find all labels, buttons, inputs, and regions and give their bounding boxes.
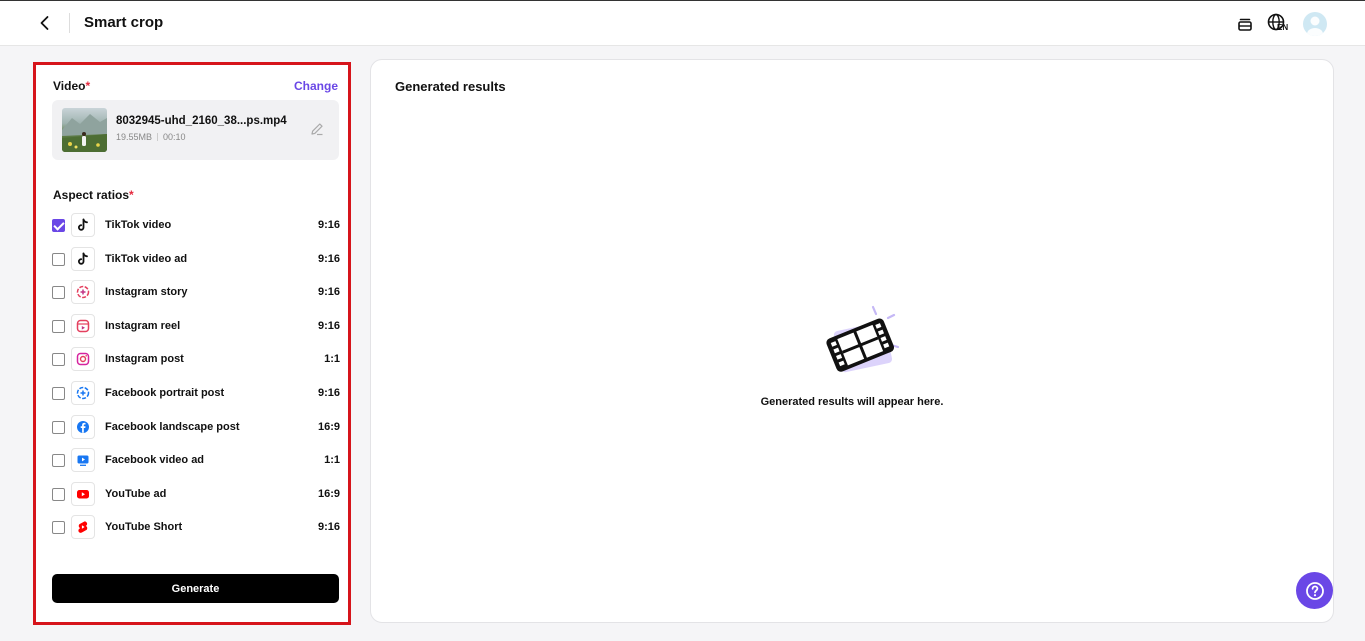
ratio-checkbox[interactable] (52, 252, 65, 266)
video-duration: 00:10 (163, 132, 186, 142)
ratio-checkbox[interactable] (52, 420, 65, 434)
generate-button[interactable]: Generate (52, 574, 339, 603)
ratio-option-label: Instagram post (105, 353, 184, 366)
ratio-option-facebook-video-ad[interactable]: Facebook video ad 1:1 (52, 445, 340, 479)
film-strip-icon (821, 302, 905, 382)
tiktok-icon (71, 213, 95, 237)
youtube-shorts-icon (71, 515, 95, 540)
instagram-icon (71, 347, 95, 372)
ratio-option-label: Facebook landscape post (105, 420, 240, 433)
ratio-option-label: YouTube Short (105, 521, 183, 534)
ratio-option-label: Instagram reel (105, 319, 181, 332)
change-video-link[interactable]: Change (294, 79, 338, 93)
ratio-option-label: YouTube ad (105, 487, 167, 500)
video-file-card: 8032945-uhd_2160_38...ps.mp4 19.55MB 00:1… (52, 100, 339, 160)
top-bar: Smart crop EN (0, 0, 1365, 46)
results-panel: Generated results Generated results will… (370, 59, 1334, 623)
chevron-left-icon (40, 16, 49, 30)
ratio-option-label: TikTok video (105, 219, 172, 231)
ratio-value: 16:9 (317, 420, 340, 433)
help-button[interactable] (1296, 572, 1333, 609)
facebook-story-icon (71, 380, 95, 405)
video-label: Video* (53, 79, 91, 93)
video-file-name: 8032945-uhd_2160_38...ps.mp4 (116, 115, 287, 127)
aspect-ratios-label: Aspect ratios* (53, 188, 134, 202)
user-avatar-icon (1307, 16, 1323, 36)
user-avatar[interactable] (1303, 12, 1327, 36)
ratio-option-instagram-post[interactable]: Instagram post 1:1 (52, 344, 340, 378)
ratio-value: 16:9 (317, 487, 340, 500)
aspect-ratio-list: TikTok video 9:16 TikTok video ad 9:16 I… (52, 210, 340, 546)
video-file-size: 19.55MB (116, 132, 153, 142)
language-code: EN (1277, 23, 1289, 32)
ratio-value: 9:16 (317, 319, 340, 332)
ratio-option-label: Facebook video ad (105, 454, 205, 467)
ratio-value: 9:16 (317, 219, 340, 231)
stack-icon (1238, 18, 1252, 31)
ratio-checkbox[interactable] (52, 487, 65, 501)
facebook-icon (71, 414, 95, 439)
ratio-option-facebook-portrait-post[interactable]: Facebook portrait post 9:16 (52, 378, 340, 412)
ratio-option-youtube-ad[interactable]: YouTube ad 16:9 (52, 479, 340, 513)
ratio-option-facebook-landscape-post[interactable]: Facebook landscape post 16:9 (52, 412, 340, 446)
ratio-value: 9:16 (317, 521, 340, 534)
ratio-checkbox[interactable] (52, 286, 65, 300)
header-divider (69, 13, 70, 33)
settings-panel: Video* Change 8032945-uhd_2160_38...ps.m… (33, 62, 351, 625)
back-button[interactable] (34, 12, 56, 34)
ratio-value: 1:1 (324, 353, 340, 366)
ratio-option-tiktok-video-ad[interactable]: TikTok video ad 9:16 (52, 244, 340, 278)
ratio-option-label: Facebook portrait post (105, 386, 225, 399)
ratio-option-youtube-short[interactable]: YouTube Short 9:16 (52, 512, 340, 546)
language-button[interactable]: EN (1267, 12, 1291, 36)
ratio-option-label: TikTok video ad (105, 252, 188, 265)
tiktok-icon (71, 246, 95, 271)
queue-button[interactable] (1233, 12, 1257, 36)
video-file-meta: 19.55MB 00:10 (116, 132, 186, 142)
ratio-checkbox[interactable] (52, 386, 65, 400)
youtube-icon (71, 481, 95, 506)
ratio-value: 1:1 (324, 454, 340, 467)
results-title: Generated results (395, 79, 506, 94)
facebook-video-icon (71, 448, 95, 473)
instagram-reel-icon (71, 313, 95, 338)
ratio-option-instagram-reel[interactable]: Instagram reel 9:16 (52, 311, 340, 345)
pencil-icon (311, 123, 323, 136)
empty-state-text: Generated results will appear here. (760, 396, 944, 408)
edit-file-button[interactable] (309, 121, 325, 137)
page-title: Smart crop (84, 14, 164, 31)
ratio-checkbox[interactable] (52, 353, 65, 367)
ratio-value: 9:16 (317, 252, 340, 265)
ratio-value: 9:16 (317, 286, 340, 299)
video-thumbnail (62, 108, 107, 152)
instagram-story-icon (71, 280, 95, 305)
ratio-checkbox[interactable] (52, 219, 65, 232)
ratio-value: 9:16 (317, 386, 340, 399)
ratio-checkbox[interactable] (52, 454, 65, 468)
ratio-option-tiktok-video[interactable]: TikTok video 9:16 (52, 210, 340, 244)
ratio-option-label: Instagram story (105, 286, 188, 299)
ratio-checkbox[interactable] (52, 521, 65, 535)
question-mark-icon (1305, 581, 1324, 600)
ratio-checkbox[interactable] (52, 319, 65, 333)
ratio-option-instagram-story[interactable]: Instagram story 9:16 (52, 277, 340, 311)
